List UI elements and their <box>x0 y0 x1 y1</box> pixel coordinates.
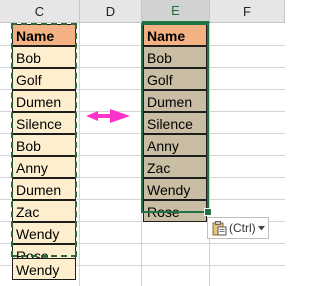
fill-handle[interactable] <box>204 208 212 216</box>
source-cell[interactable]: Wendy <box>12 258 76 280</box>
copy-marquee <box>11 23 77 257</box>
column-header-d[interactable]: D <box>80 0 142 23</box>
selection-border <box>141 23 209 213</box>
column-header-c[interactable]: C <box>0 0 80 23</box>
clipboard-icon <box>212 221 227 236</box>
paste-options-label: (Ctrl) <box>229 221 256 235</box>
column-header-f[interactable]: F <box>210 0 285 23</box>
column-header-e[interactable]: E <box>142 0 210 23</box>
paste-options-button[interactable]: (Ctrl) <box>207 217 269 239</box>
right-arrow-icon <box>86 109 130 123</box>
chevron-down-icon[interactable] <box>257 225 265 231</box>
